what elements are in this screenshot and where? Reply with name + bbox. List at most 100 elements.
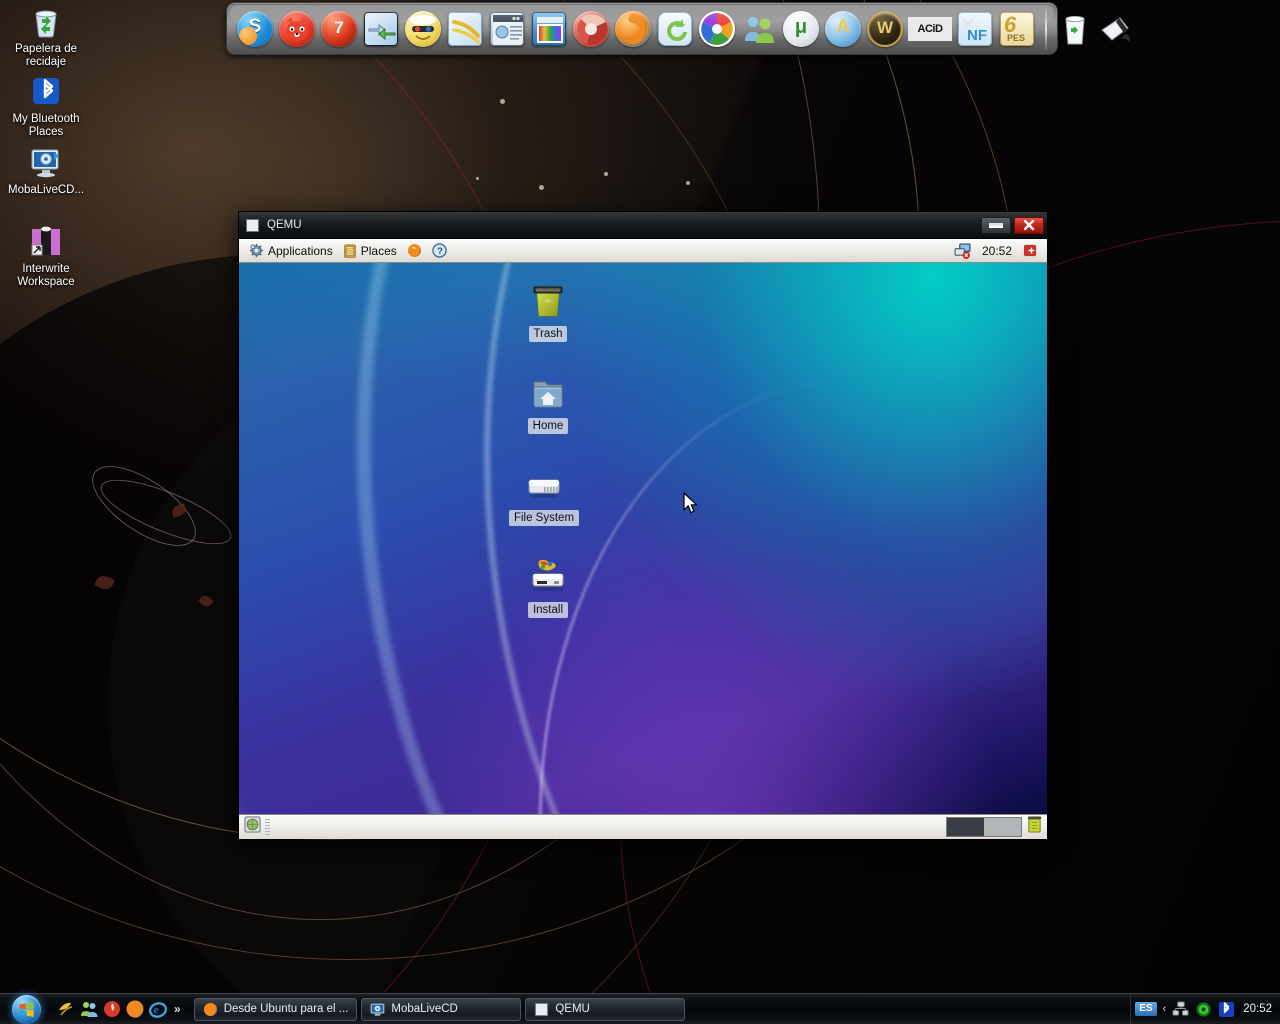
dock-item-world-of-warcraft[interactable]: W — [865, 9, 905, 49]
recycle-bin-icon — [29, 5, 63, 39]
windows-desktop[interactable]: Papelera de recidaje My Bluetooth Places… — [0, 0, 1280, 1024]
dock-item-window-manager[interactable] — [487, 9, 527, 49]
svg-text:e: e — [154, 1003, 160, 1017]
wallpaper-dot-4 — [686, 181, 690, 185]
dock-item-msn-contacts[interactable] — [739, 9, 779, 49]
dock-item-cow-emoticon[interactable] — [403, 9, 443, 49]
quick-launch-more-button[interactable]: » — [171, 1002, 184, 1016]
dock-item-acid[interactable]: ACiD — [907, 9, 953, 49]
taskbar-item-firefox[interactable]: Desde Ubuntu para el ... — [193, 997, 358, 1021]
desktop-icon-mobalivecd[interactable]: MobaLiveCD... — [8, 146, 84, 197]
quick-launch-bar[interactable]: e » — [52, 999, 188, 1019]
gnome-icon-install[interactable]: Install — [505, 558, 591, 618]
system-tray[interactable]: ES ‹ 20:52 — [1130, 993, 1280, 1024]
quicklaunch-firefox-icon[interactable] — [125, 999, 145, 1019]
file-system-icon — [522, 466, 566, 506]
dock-item-banana-editor[interactable] — [445, 9, 485, 49]
qemu-window-icon — [246, 218, 259, 232]
taskbar-item-qemu[interactable]: QEMU — [525, 997, 686, 1021]
places-menu[interactable]: Places — [338, 243, 402, 259]
gnome-top-panel[interactable]: Applications Places ? 20:52 — [239, 239, 1047, 263]
gnome-icon-label: Home — [527, 418, 569, 434]
taskbar-item-label: QEMU — [555, 1003, 590, 1015]
svg-text:NF: NF — [967, 27, 987, 44]
dock-item-winrar-puzzle[interactable] — [361, 9, 401, 49]
quicklaunch-internet-explorer-icon[interactable]: e — [148, 999, 168, 1019]
wallpaper-dot-5 — [476, 177, 479, 180]
dock-item-firefox[interactable] — [613, 9, 653, 49]
windows-taskbar[interactable]: e » Desde Ubuntu para el ... MobaLiveCD … — [0, 993, 1280, 1024]
dock-item-skype[interactable]: S — [235, 9, 275, 49]
taskbar-window-buttons[interactable]: Desde Ubuntu para el ... MobaLiveCD QEMU — [188, 997, 1131, 1021]
dock-item-chrome-red[interactable] — [571, 9, 611, 49]
applications-menu-label: Applications — [268, 243, 333, 258]
dock-item-gimp-palette[interactable] — [529, 9, 569, 49]
gnome-icon-home[interactable]: Home — [505, 374, 591, 434]
show-desktop-icon[interactable] — [244, 816, 261, 838]
trash-icon — [526, 282, 570, 322]
dock-item-picasa[interactable] — [697, 9, 737, 49]
window-list-handle[interactable] — [265, 819, 270, 835]
quicklaunch-switch-windows-icon[interactable] — [79, 999, 99, 1019]
dock-item-eject-media[interactable] — [1097, 9, 1137, 49]
gnome-icon-label: File System — [508, 510, 580, 526]
bluetooth-tray-icon[interactable] — [1218, 1001, 1235, 1018]
tray-expand-chevron-icon[interactable]: ‹ — [1163, 1003, 1167, 1015]
dock-item-firefox-fox[interactable] — [277, 9, 317, 49]
desktop-icon-recycle-bin[interactable]: Papelera de recidaje — [8, 5, 84, 69]
panel-firefox-launcher[interactable] — [402, 242, 427, 259]
applications-menu[interactable]: Applications — [244, 242, 338, 259]
qemu-window[interactable]: QEMU Applications Places ? 20:52 Trash H… — [238, 211, 1048, 839]
install-disc-icon — [526, 558, 570, 598]
qemu-titlebar[interactable]: QEMU — [239, 212, 1047, 239]
close-button[interactable] — [1014, 216, 1044, 234]
dock-item-ares[interactable]: A — [823, 9, 863, 49]
gnome-icon-file-system[interactable]: File System — [501, 466, 587, 526]
gnome-desktop-area[interactable]: Trash Home File System Install — [239, 263, 1047, 814]
mouse-cursor — [683, 492, 699, 516]
network-disconnected-icon — [954, 242, 971, 259]
taskbar-item-mobalivecd[interactable]: MobaLiveCD — [361, 997, 522, 1021]
panel-clock[interactable]: 20:52 — [976, 244, 1018, 258]
workspace-2[interactable] — [984, 818, 1021, 836]
bluetooth-icon — [29, 75, 63, 109]
workspace-switcher[interactable] — [946, 817, 1022, 837]
desktop-icon-label: Papelera de recidaje — [14, 43, 78, 68]
workspace-1[interactable] — [947, 818, 984, 836]
wallpaper-dot-1 — [500, 99, 505, 104]
application-dock[interactable]: S 7 μ A W ACiD NF 6 PES — [226, 2, 1130, 55]
network-icon[interactable] — [1172, 1000, 1189, 1018]
mobalivecd-icon — [370, 1002, 385, 1017]
dock-item-need-for-speed[interactable]: NF — [955, 9, 995, 49]
mobalivecd-icon — [29, 146, 63, 180]
antivirus-shield-icon[interactable] — [1195, 1001, 1212, 1018]
dock-item-maxthon[interactable]: 7 — [319, 9, 359, 49]
quicklaunch-show-desktop-icon[interactable] — [56, 999, 76, 1019]
desktop-icon-label: Interwrite Workspace — [17, 263, 75, 288]
gnome-icon-trash[interactable]: Trash — [505, 282, 591, 342]
desktop-icon-interwrite-workspace[interactable]: Interwrite Workspace — [8, 225, 84, 289]
panel-help-launcher[interactable]: ? — [427, 242, 452, 259]
wallpaper-dot-3 — [539, 185, 544, 190]
taskbar-item-label: MobaLiveCD — [391, 1003, 458, 1015]
gnome-icon-label: Install — [527, 602, 569, 618]
dock-item-refresh-green[interactable] — [655, 9, 695, 49]
desktop-icon-bluetooth[interactable]: My Bluetooth Places — [8, 75, 84, 139]
minimize-button[interactable] — [981, 216, 1011, 234]
dock-item-pes6[interactable]: 6 PES — [997, 9, 1037, 49]
applications-gear-icon — [249, 243, 264, 258]
home-folder-icon — [526, 374, 570, 414]
network-status-applet[interactable] — [949, 242, 976, 260]
start-button[interactable] — [0, 994, 52, 1024]
firefox-icon — [407, 243, 421, 258]
language-indicator[interactable]: ES — [1135, 1002, 1157, 1016]
qemu-icon — [534, 1002, 549, 1017]
wallpaper-dot-2 — [604, 172, 608, 176]
taskbar-clock[interactable]: 20:52 — [1241, 1003, 1272, 1015]
logout-applet[interactable] — [1018, 242, 1043, 259]
quicklaunch-maxthon-icon[interactable] — [102, 999, 122, 1019]
trash-applet-icon[interactable] — [1026, 815, 1043, 839]
dock-item-utorrent[interactable]: μ — [781, 9, 821, 49]
gnome-bottom-panel[interactable] — [239, 814, 1047, 839]
dock-item-recycle-bin[interactable] — [1055, 9, 1095, 49]
